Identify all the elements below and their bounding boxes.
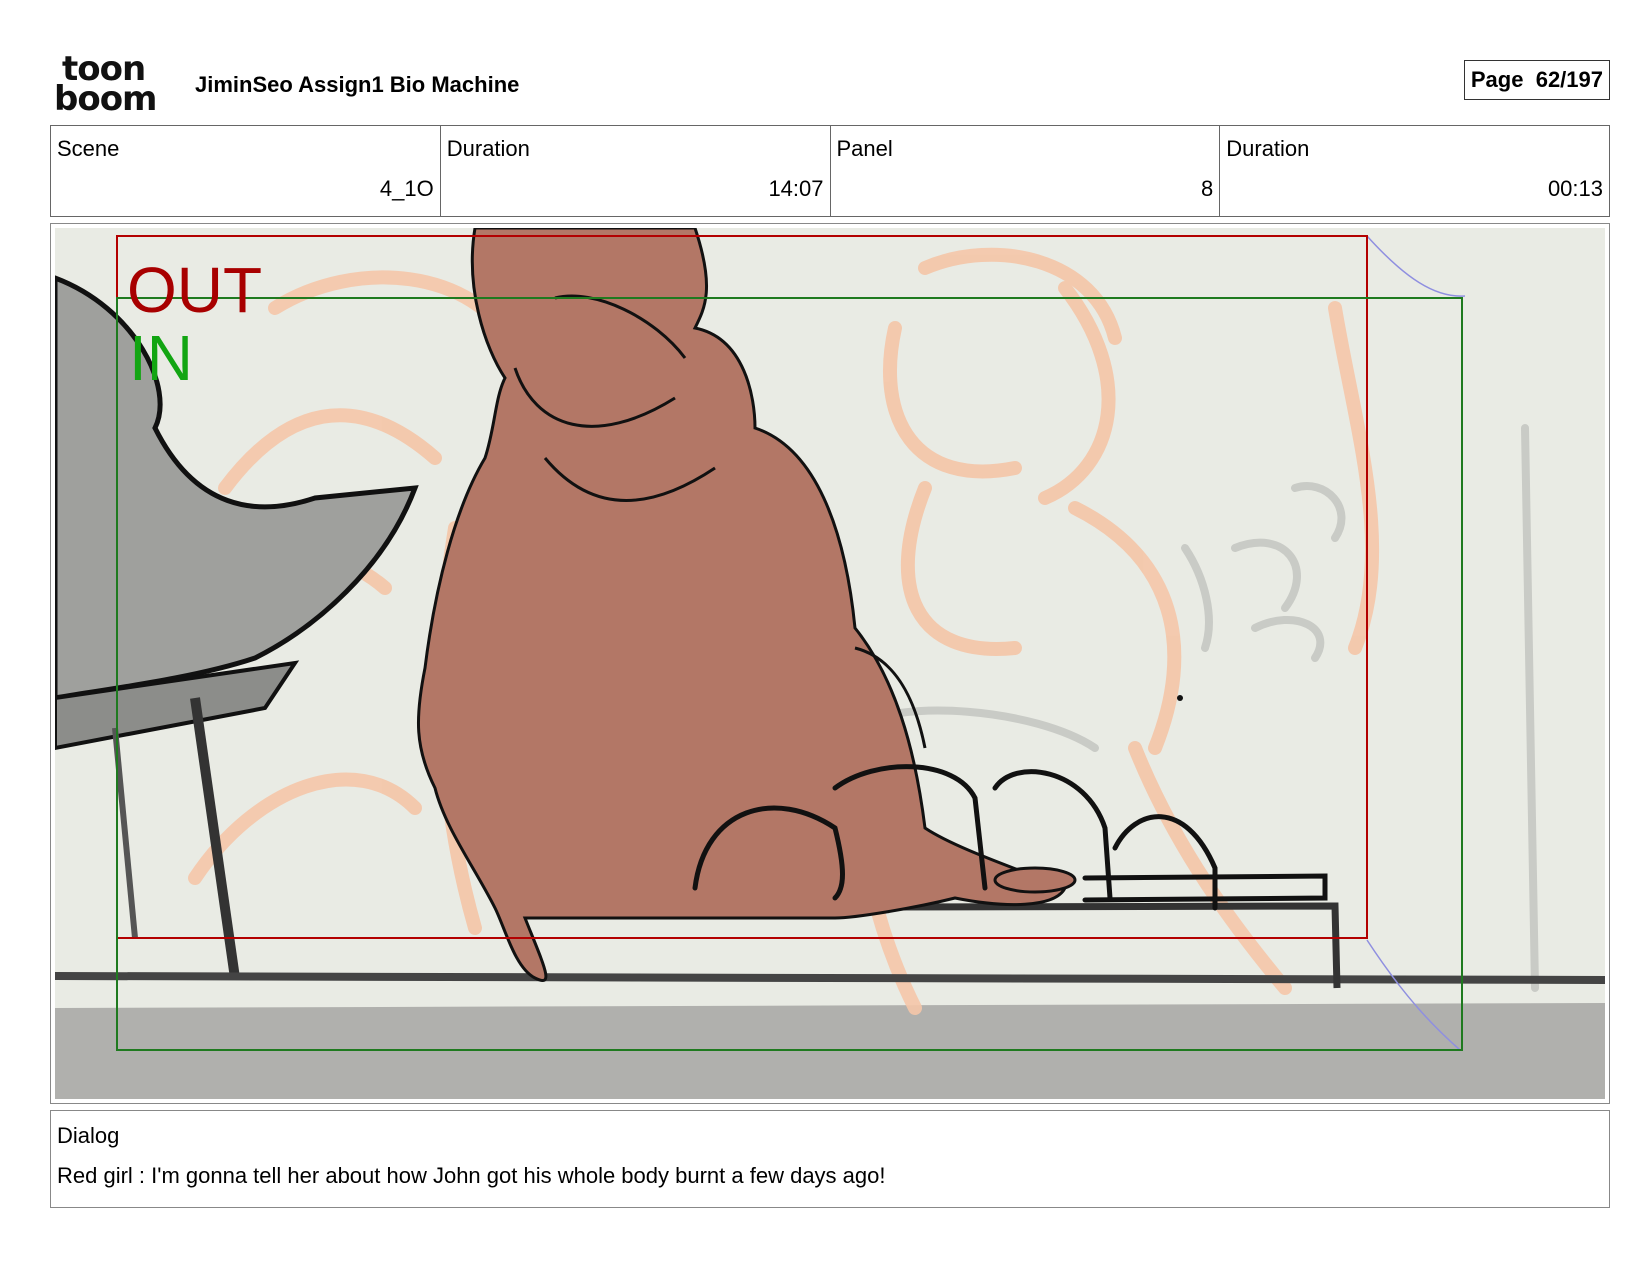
scene-info-table: Scene 4_1O Duration 14:07 Panel 8 Durati… [50, 125, 1610, 217]
panel-duration-cell: Duration 00:13 [1220, 126, 1609, 216]
dialog-label: Dialog [57, 1123, 120, 1148]
page-label: Page [1470, 67, 1524, 92]
page-number: 62/197 [1535, 67, 1603, 92]
in-frame-label: IN [129, 322, 193, 394]
marker-dot [1177, 695, 1183, 701]
scene-value: 4_1O [379, 176, 434, 201]
scene-cell: Scene 4_1O [51, 126, 441, 216]
panel-drawing: OUT IN [55, 228, 1605, 1099]
panel-cell: Panel 8 [831, 126, 1221, 216]
logo-bottom-text: boom [54, 79, 157, 119]
floor-line [55, 972, 1605, 984]
page-indicator: Page 62/197 [1463, 60, 1610, 100]
out-frame-label: OUT [127, 254, 262, 326]
figure-hand [993, 866, 1077, 894]
project-title: JiminSeo Assign1 Bio Machine [195, 72, 520, 97]
panel-label: Panel [836, 136, 893, 161]
panel-duration-value: 00:13 [1547, 176, 1603, 201]
panel-duration-label: Duration [1226, 136, 1310, 161]
scene-duration-value: 14:07 [768, 176, 824, 201]
scene-duration-label: Duration [446, 136, 530, 161]
panel-value: 8 [1201, 176, 1214, 201]
scene-label: Scene [57, 136, 120, 161]
scene-duration-cell: Duration 14:07 [441, 126, 831, 216]
dialog-box: Dialog Red girl : I'm gonna tell her abo… [50, 1110, 1610, 1208]
storyboard-panel: OUT IN [50, 223, 1610, 1104]
dialog-text: Red girl : I'm gonna tell her about how … [57, 1163, 886, 1188]
page-header: toon boom JiminSeo Assign1 Bio Machine P… [50, 50, 1610, 120]
toon-boom-logo: toon boom [54, 52, 174, 119]
